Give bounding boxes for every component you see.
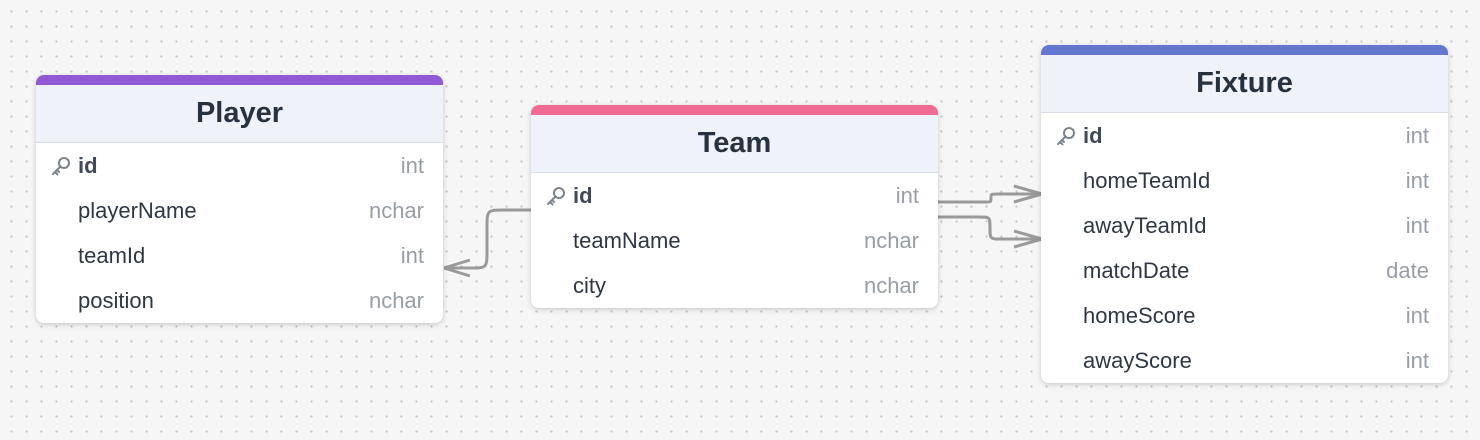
table-header[interactable]: Team	[531, 115, 938, 173]
column-row-playerName[interactable]: playerName nchar	[36, 188, 443, 233]
table-title: Fixture	[1196, 67, 1293, 99]
table-accent-bar	[531, 105, 938, 115]
column-name: id	[573, 182, 593, 208]
key-icon	[50, 156, 72, 176]
relationship-team-fixture-home[interactable]	[938, 184, 1043, 204]
table-title: Player	[195, 97, 284, 129]
column-row-homeScore[interactable]: homeScore int	[1041, 293, 1448, 338]
column-type: int	[1405, 302, 1429, 328]
table-title: Team	[697, 127, 772, 159]
table-player[interactable]: Player id int playerName nchar teamId int posit…	[36, 75, 443, 323]
column-row-teamName[interactable]: teamName nchar	[531, 218, 938, 263]
column-type: int	[1405, 167, 1429, 193]
column-row-homeTeamId[interactable]: homeTeamId int	[1041, 158, 1448, 203]
column-type: date	[1386, 257, 1429, 283]
column-name: homeTeamId	[1083, 167, 1211, 193]
table-header[interactable]: Fixture	[1041, 55, 1448, 113]
column-name: city	[573, 272, 606, 298]
column-name: playerName	[78, 197, 197, 223]
column-type: nchar	[863, 272, 919, 298]
column-name: teamName	[573, 227, 681, 253]
table-header[interactable]: Player	[36, 85, 443, 143]
column-row-id[interactable]: id int	[1041, 113, 1448, 158]
column-type: nchar	[368, 197, 424, 223]
table-accent-bar	[36, 75, 443, 85]
column-type: int	[895, 182, 919, 208]
column-type: nchar	[368, 287, 424, 313]
column-type: int	[1405, 122, 1429, 148]
table-team[interactable]: Team id int teamName nchar city nchar	[531, 105, 938, 308]
column-name: position	[78, 287, 154, 313]
column-name: matchDate	[1083, 257, 1190, 283]
column-row-awayScore[interactable]: awayScore int	[1041, 338, 1448, 383]
column-name: id	[78, 152, 98, 178]
relationship-team-fixture-away[interactable]	[938, 215, 1043, 249]
column-type: nchar	[863, 227, 919, 253]
column-row-id[interactable]: id int	[36, 143, 443, 188]
column-name: homeScore	[1083, 302, 1196, 328]
column-name: awayTeamId	[1083, 212, 1207, 238]
column-row-id[interactable]: id int	[531, 173, 938, 218]
column-type: int	[400, 152, 424, 178]
column-type: int	[400, 242, 424, 268]
column-name: id	[1083, 122, 1103, 148]
column-name: awayScore	[1083, 347, 1192, 373]
column-type: int	[1405, 212, 1429, 238]
column-name: teamId	[78, 242, 146, 268]
column-row-matchDate[interactable]: matchDate date	[1041, 248, 1448, 293]
column-row-position[interactable]: position nchar	[36, 278, 443, 323]
column-row-city[interactable]: city nchar	[531, 263, 938, 308]
column-row-awayTeamId[interactable]: awayTeamId int	[1041, 203, 1448, 248]
table-accent-bar	[1041, 45, 1448, 55]
relationship-player-team[interactable]	[443, 208, 532, 278]
key-icon	[1055, 126, 1077, 146]
column-row-teamId[interactable]: teamId int	[36, 233, 443, 278]
table-fixture[interactable]: Fixture id int homeTeamId int awayTeamId int ma…	[1041, 45, 1448, 383]
column-type: int	[1405, 347, 1429, 373]
key-icon	[545, 186, 567, 206]
